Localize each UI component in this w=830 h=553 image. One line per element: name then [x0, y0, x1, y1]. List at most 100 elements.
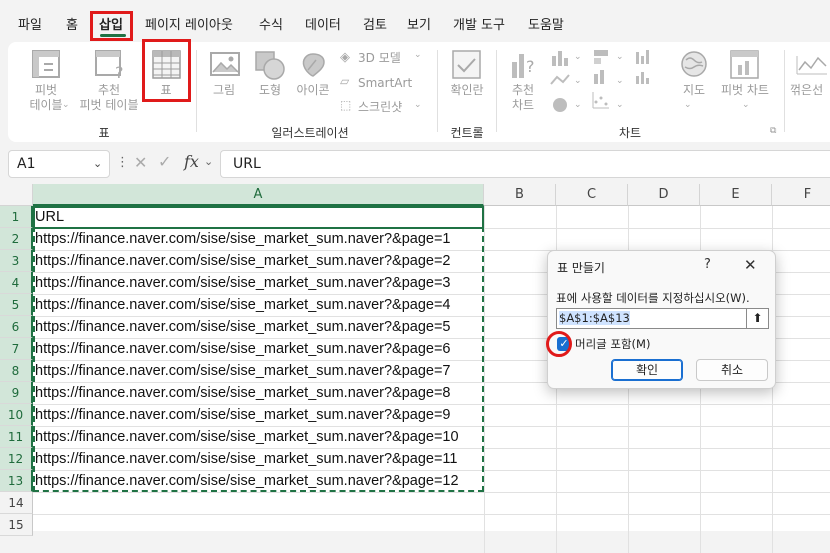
recommended-charts-icon: ?	[512, 54, 535, 78]
cube-icon: ◈	[340, 50, 350, 65]
recommended-pivot-button[interactable]: 추천 피벗 테이블	[76, 83, 142, 113]
range-value: $A$1:$A$13	[559, 311, 630, 325]
row-header[interactable]: 5	[0, 294, 33, 316]
row-gridline	[33, 492, 830, 493]
shapes-button[interactable]: 도형	[253, 83, 287, 98]
column-header-c[interactable]: C	[556, 184, 628, 206]
row-header[interactable]: 6	[0, 316, 33, 338]
smartart-button[interactable]: SmartArt	[358, 76, 412, 91]
svg-text:?: ?	[115, 63, 124, 80]
more-options-icon[interactable]: ⋮	[116, 155, 129, 170]
row-header[interactable]: 3	[0, 250, 33, 272]
row-header[interactable]: 9	[0, 382, 33, 404]
chevron-down-icon: ⌄	[574, 100, 582, 110]
row-header[interactable]: 10	[0, 404, 33, 426]
svg-text:?: ?	[526, 57, 535, 76]
group-label-illustrations: 일러스트레이션	[271, 126, 349, 140]
chevron-down-icon: ⌄	[616, 100, 624, 110]
chevron-down-icon: ⌄	[574, 52, 582, 62]
range-input[interactable]: $A$1:$A$13	[556, 308, 746, 329]
group-divider	[496, 50, 497, 132]
row-header[interactable]: 15	[0, 514, 33, 536]
tab-view[interactable]: 보기	[407, 14, 431, 33]
row-header[interactable]: 8	[0, 360, 33, 382]
row-header[interactable]: 11	[0, 426, 33, 448]
annotation-circle-header-checkbox	[546, 331, 572, 357]
screenshot-icon: ⬚	[340, 98, 352, 112]
tab-help[interactable]: 도움말	[528, 14, 564, 33]
group-label-charts: 차트	[618, 126, 642, 140]
smartart-icon: ▱	[340, 74, 350, 88]
group-divider	[784, 50, 785, 132]
sparkline-line-button[interactable]: 꺾은선	[790, 83, 823, 98]
pivot-chart-icon	[730, 50, 759, 79]
row-header[interactable]: 12	[0, 448, 33, 470]
formula-value: URL	[233, 156, 261, 172]
tab-file[interactable]: 파일	[18, 14, 42, 33]
row-header[interactable]: 13	[0, 470, 33, 492]
column-header-b[interactable]: B	[484, 184, 556, 206]
chevron-down-icon: ⌄	[684, 100, 692, 110]
pivot-chart-button[interactable]: 피벗 차트	[715, 83, 775, 98]
icons-icon	[302, 53, 325, 77]
has-headers-label[interactable]: 머리글 포함(M)	[575, 336, 650, 352]
row-header[interactable]: 1	[0, 206, 33, 228]
collapse-dialog-button[interactable]: ⬆	[746, 308, 769, 329]
group-label-tables: 표	[98, 126, 110, 140]
chevron-down-icon: ⌄	[204, 155, 214, 168]
tab-data[interactable]: 데이터	[305, 14, 341, 33]
chevron-down-icon: ⌄	[414, 50, 422, 60]
icons-button[interactable]: 아이콘	[292, 83, 334, 98]
row-header[interactable]: 4	[0, 272, 33, 294]
tab-formulas[interactable]: 수식	[259, 14, 283, 33]
tab-review[interactable]: 검토	[363, 14, 387, 33]
maps-icon	[681, 51, 707, 77]
row-header[interactable]: 2	[0, 228, 33, 250]
shapes-icon	[255, 51, 285, 80]
insert-function-button[interactable]: fx	[184, 152, 199, 171]
dialog-launcher-icon[interactable]: ⧉	[770, 126, 776, 136]
picture-icon	[210, 52, 240, 76]
checkbox-icon	[452, 50, 481, 79]
row-header[interactable]: 7	[0, 338, 33, 360]
picture-button[interactable]: 그림	[206, 83, 242, 98]
row-header[interactable]: 14	[0, 492, 33, 514]
column-header-f[interactable]: F	[772, 184, 830, 206]
cancel-entry-icon[interactable]: ✕	[134, 153, 147, 172]
name-box-value: A1	[17, 156, 36, 172]
dialog-title: 표 만들기	[557, 261, 605, 275]
recommended-pivot-icon: ?	[95, 50, 124, 80]
select-all-corner[interactable]	[0, 184, 33, 206]
tab-page-layout[interactable]: 페이지 레이아웃	[145, 14, 233, 33]
column-header-a[interactable]: A	[33, 184, 484, 206]
help-button[interactable]: ?	[704, 257, 711, 272]
chevron-down-icon: ⌄	[616, 52, 624, 62]
chevron-down-icon: ⌄	[62, 100, 70, 110]
group-label-controls: 컨트롤	[450, 126, 484, 140]
selection-marquee	[33, 206, 484, 492]
formula-input[interactable]: URL	[220, 150, 830, 178]
column-header-d[interactable]: D	[628, 184, 700, 206]
create-table-dialog: 표 만들기 ? ✕ 표에 사용할 데이터를 지정하십시오(W). $A$1:$A…	[547, 250, 776, 389]
group-divider	[437, 50, 438, 132]
sparkline-icon	[796, 56, 827, 75]
screenshot-button[interactable]: 스크린샷	[358, 100, 402, 115]
close-button[interactable]: ✕	[744, 256, 757, 274]
tab-developer[interactable]: 개발 도구	[453, 14, 505, 33]
maps-button[interactable]: 지도	[677, 83, 711, 98]
chevron-down-icon: ⌄	[414, 100, 422, 110]
range-prompt-label: 표에 사용할 데이터를 지정하십시오(W).	[556, 291, 750, 305]
column-header-e[interactable]: E	[700, 184, 772, 206]
name-box[interactable]: A1 ⌄	[8, 150, 110, 178]
chevron-down-icon: ⌄	[616, 76, 624, 86]
column-gridline	[484, 206, 485, 553]
recommended-charts-button[interactable]: 추천 차트	[505, 83, 541, 113]
ok-button[interactable]: 확인	[611, 359, 683, 381]
cancel-button[interactable]: 취소	[696, 359, 768, 381]
group-divider	[196, 50, 197, 132]
tab-home[interactable]: 홈	[66, 14, 78, 33]
confirm-entry-icon[interactable]: ✓	[158, 152, 171, 171]
row-gridline	[33, 514, 830, 515]
3d-models-button[interactable]: 3D 모델	[358, 51, 401, 66]
checkbox-button[interactable]: 확인란	[444, 83, 490, 98]
